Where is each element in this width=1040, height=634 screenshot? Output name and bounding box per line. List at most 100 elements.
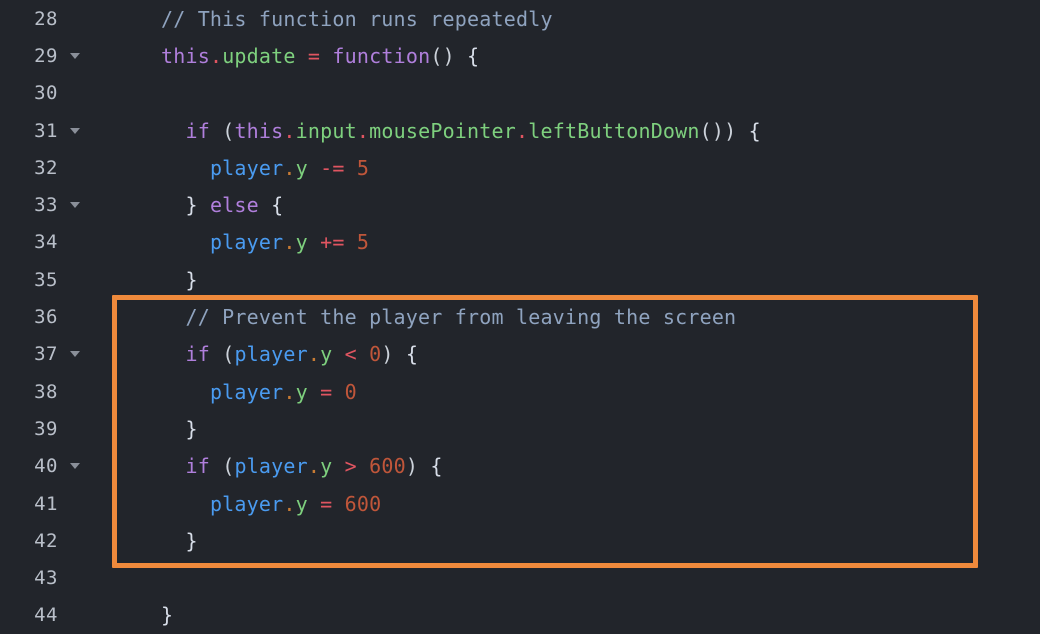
code-token: () bbox=[430, 43, 455, 68]
code-token: player bbox=[209, 230, 284, 255]
fold-toggle-icon[interactable] bbox=[60, 202, 90, 209]
line-number: 35 bbox=[34, 268, 58, 291]
code-text[interactable]: player.y = 0 bbox=[90, 380, 1040, 404]
code-token: { bbox=[454, 43, 480, 68]
code-line[interactable]: 30 bbox=[0, 75, 1040, 112]
code-text[interactable]: if (this.input.mousePointer.leftButtonDo… bbox=[90, 119, 1040, 143]
code-line[interactable]: 29 this.update = function() { bbox=[0, 37, 1040, 74]
code-line[interactable]: 42 } bbox=[0, 522, 1040, 559]
code-token: . bbox=[283, 230, 296, 255]
code-line[interactable]: 35 } bbox=[0, 261, 1040, 298]
fold-toggle-icon[interactable] bbox=[60, 52, 90, 59]
fold-toggle-icon[interactable] bbox=[60, 351, 90, 358]
code-token: y bbox=[320, 342, 333, 367]
code-token: else bbox=[209, 193, 259, 218]
code-text[interactable]: if (player.y < 0) { bbox=[90, 342, 1040, 366]
code-text[interactable]: } else { bbox=[90, 193, 1040, 217]
code-text[interactable]: } bbox=[90, 529, 1040, 553]
line-number: 38 bbox=[34, 380, 58, 403]
code-token: if bbox=[185, 454, 210, 479]
fold-toggle-icon[interactable] bbox=[60, 127, 90, 134]
code-line[interactable]: 44 } bbox=[0, 597, 1040, 634]
code-token: ()) bbox=[699, 118, 737, 143]
code-token: update bbox=[222, 43, 296, 68]
code-token: = bbox=[307, 43, 321, 68]
code-text[interactable]: player.y += 5 bbox=[90, 230, 1040, 254]
code-token: input bbox=[295, 118, 357, 143]
code-token: mousePointer bbox=[369, 118, 517, 143]
code-token: function bbox=[332, 43, 431, 68]
code-token: . bbox=[283, 118, 296, 143]
code-token: y bbox=[295, 230, 308, 255]
line-number: 36 bbox=[34, 306, 58, 329]
code-line[interactable]: 43 bbox=[0, 559, 1040, 596]
code-token: this bbox=[234, 118, 284, 143]
chevron-down-icon bbox=[70, 52, 80, 59]
code-line[interactable]: 34 player.y += 5 bbox=[0, 224, 1040, 261]
code-token: ( bbox=[222, 342, 235, 367]
code-line[interactable]: 40 if (player.y > 600) { bbox=[0, 448, 1040, 485]
code-text[interactable]: } bbox=[90, 417, 1040, 441]
code-line[interactable]: 36 // Prevent the player from leaving th… bbox=[0, 298, 1040, 335]
code-text[interactable]: } bbox=[90, 603, 1040, 627]
code-token: if bbox=[185, 118, 210, 143]
code-token: player bbox=[209, 155, 284, 180]
code-token: ( bbox=[222, 118, 235, 143]
code-text[interactable]: // This function runs repeatedly bbox=[90, 7, 1040, 31]
chevron-down-icon bbox=[70, 127, 80, 134]
line-number: 37 bbox=[34, 343, 58, 366]
code-token: // This function runs repeatedly bbox=[160, 6, 553, 31]
code-token: if bbox=[185, 342, 210, 367]
code-token: ) bbox=[405, 454, 419, 479]
code-line[interactable]: 41 player.y = 600 bbox=[0, 485, 1040, 522]
line-number: 34 bbox=[34, 231, 58, 254]
code-line[interactable]: 37 if (player.y < 0) { bbox=[0, 336, 1040, 373]
code-text[interactable]: } bbox=[90, 268, 1040, 292]
code-line[interactable]: 31 if (this.input.mousePointer.leftButto… bbox=[0, 112, 1040, 149]
fold-toggle-icon[interactable] bbox=[60, 463, 90, 470]
line-number: 29 bbox=[34, 44, 58, 67]
code-text[interactable]: player.y = 600 bbox=[90, 492, 1040, 516]
code-token: player bbox=[209, 491, 284, 516]
code-token: . bbox=[516, 118, 529, 143]
code-line[interactable]: 38 player.y = 0 bbox=[0, 373, 1040, 410]
code-lines-container: 28 // This function runs repeatedly 29 th… bbox=[0, 0, 1040, 634]
code-line[interactable]: 32 player.y -= 5 bbox=[0, 149, 1040, 186]
code-token: . bbox=[283, 379, 296, 404]
code-token: 0 bbox=[369, 342, 382, 367]
code-token: ) bbox=[381, 342, 394, 367]
code-text[interactable]: // Prevent the player from leaving the s… bbox=[90, 305, 1040, 329]
code-token: . bbox=[283, 155, 296, 180]
line-number: 31 bbox=[34, 119, 58, 142]
code-line[interactable]: 28 // This function runs repeatedly bbox=[0, 0, 1040, 37]
chevron-down-icon bbox=[70, 351, 80, 358]
code-token: . bbox=[283, 491, 296, 516]
code-token: . bbox=[307, 454, 321, 479]
code-text[interactable]: this.update = function() { bbox=[90, 44, 1040, 68]
code-token: { bbox=[393, 342, 419, 367]
code-token: . bbox=[356, 118, 370, 143]
code-token: // Prevent the player from leaving the s… bbox=[185, 305, 737, 330]
line-number: 32 bbox=[34, 156, 58, 179]
code-editor[interactable]: 28 // This function runs repeatedly 29 th… bbox=[0, 0, 1040, 634]
code-text[interactable]: if (player.y > 600) { bbox=[90, 454, 1040, 478]
code-line[interactable]: 33 } else { bbox=[0, 186, 1040, 223]
code-line[interactable]: 39 } bbox=[0, 410, 1040, 447]
code-text[interactable]: player.y -= 5 bbox=[90, 156, 1040, 180]
code-token: = bbox=[320, 491, 333, 516]
